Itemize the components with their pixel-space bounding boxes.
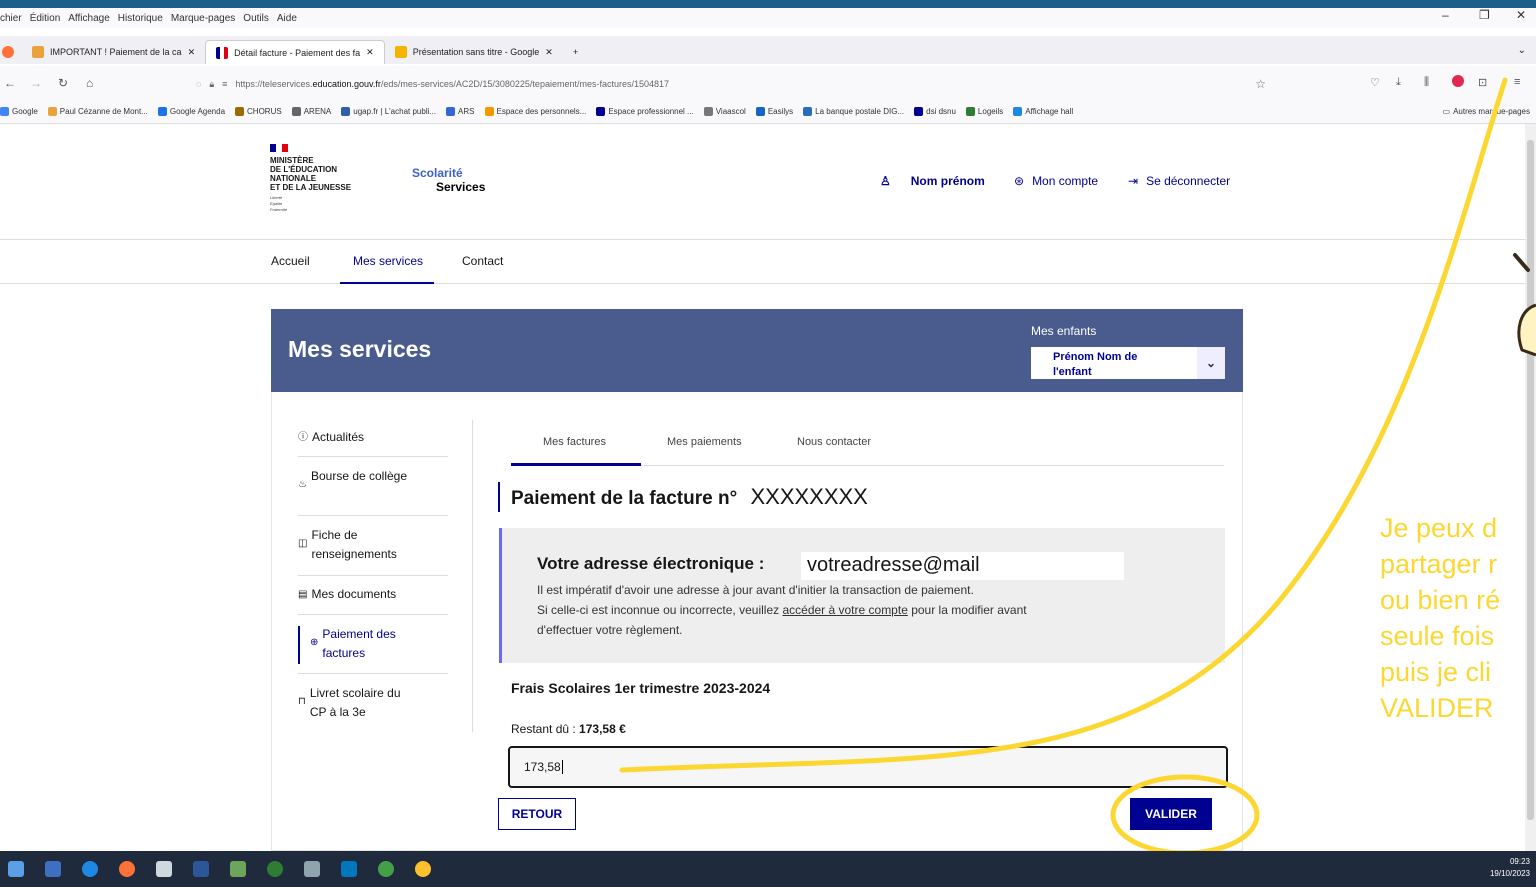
xbox-icon[interactable] <box>378 861 394 877</box>
lightbulb-ray-icon <box>1513 253 1530 272</box>
chrome-icon[interactable] <box>415 861 431 877</box>
word-icon[interactable] <box>193 861 209 877</box>
annotation-text: Je peux d partager r ou bien ré seule fo… <box>1380 513 1501 723</box>
annotation-overlay <box>619 77 1536 856</box>
clock[interactable]: 09:23 19/10/2023 <box>1490 856 1530 880</box>
windows-taskbar: 09:23 19/10/2023 <box>0 851 1536 887</box>
firefox-taskbar-icon[interactable] <box>119 861 135 877</box>
mail-icon[interactable] <box>156 861 172 877</box>
excel-icon[interactable] <box>230 861 246 877</box>
app-icon[interactable] <box>267 861 283 877</box>
taskview-icon[interactable] <box>45 861 61 877</box>
edge-icon[interactable] <box>82 861 98 877</box>
annotation-arrow-line <box>619 77 1508 773</box>
lightbulb-icon <box>1517 303 1536 357</box>
annotation-circle <box>1110 774 1260 856</box>
teams-icon[interactable] <box>341 861 357 877</box>
calculator-icon[interactable] <box>304 861 320 877</box>
start-icon[interactable] <box>8 861 24 877</box>
